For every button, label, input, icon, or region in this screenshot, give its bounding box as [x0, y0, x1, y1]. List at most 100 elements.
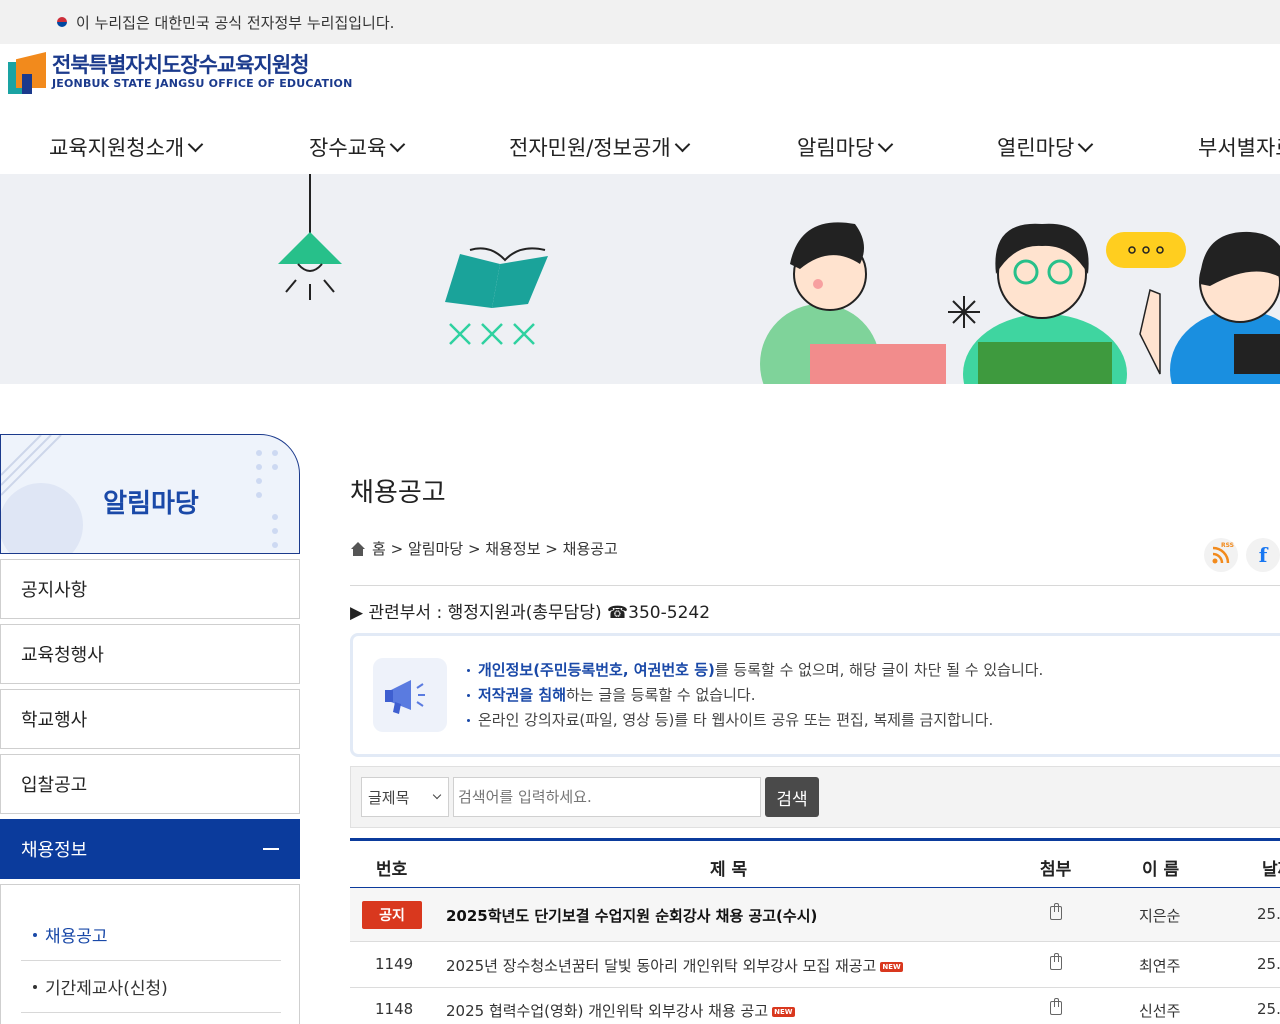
sidebar-item-bids[interactable]: 입찰공고 — [0, 754, 300, 814]
chevron-down-icon — [187, 136, 204, 152]
new-badge: NEW — [772, 1006, 795, 1017]
gnb-label: 알림마당 — [797, 136, 875, 160]
table-row[interactable]: 1148 2025 협력수업(영화) 개인위탁 외부강사 채용 공고 NEW 신선… — [350, 988, 1280, 1024]
bullet-icon — [33, 932, 37, 937]
gnb-label: 열린마당 — [997, 136, 1075, 160]
sidebar-submenu: 채용공고 기간제교사(신청) — [0, 884, 300, 1024]
attachment-icon[interactable] — [1050, 903, 1062, 920]
breadcrumb-separator: > — [467, 539, 481, 558]
gnb-label: 교육지원청소개 — [49, 136, 185, 160]
submenu-label: 채용공고 — [45, 927, 108, 947]
breadcrumb-separator: > — [390, 539, 404, 558]
row-author: 지은순 — [1139, 907, 1181, 925]
row-title[interactable]: 2025년 장수청소년꿈터 달빛 동아리 개인위탁 외부강사 모집 재공고 — [446, 957, 876, 975]
gnb-item-notice[interactable]: 알림마당 — [797, 132, 894, 162]
megaphone-icon — [373, 658, 447, 732]
rss-label: RSS — [1221, 542, 1234, 549]
new-badge: NEW — [880, 961, 903, 972]
submenu-item-temp-teacher[interactable]: 기간제교사(신청) — [21, 961, 281, 1013]
gov-banner-text: 이 누리집은 대한민국 공식 전자정부 누리집입니다. — [76, 13, 395, 32]
breadcrumb-current: 채용공고 — [562, 540, 618, 558]
breadcrumb-separator: > — [545, 539, 558, 558]
search-input[interactable] — [453, 777, 761, 817]
gnb-item-education[interactable]: 장수교육 — [309, 132, 406, 162]
breadcrumb-home[interactable]: 홈 — [372, 538, 386, 559]
sidebar-item-label: 채용정보 — [21, 840, 88, 861]
gnb-item-intro[interactable]: 교육지원청소개 — [49, 132, 204, 162]
sidebar-item-label: 입찰공고 — [21, 775, 88, 796]
row-title[interactable]: 2025 협력수업(영화) 개인위탁 외부강사 채용 공고 — [446, 1002, 768, 1020]
page: 이 누리집은 대한민국 공식 전자정부 누리집입니다. 전북특별자치도장수교육지… — [0, 0, 1280, 1024]
search-button[interactable]: 검색 — [765, 777, 819, 817]
row-number: 1149 — [375, 955, 414, 973]
search-type-value: 글제목 — [368, 788, 410, 807]
attachment-icon[interactable] — [1050, 953, 1062, 970]
sidebar-title: 알림마당 — [103, 489, 199, 519]
notice-line-privacy: 개인정보(주민등록번호, 여권번호 등) 를 등록할 수 없으며, 해당 글이 차… — [467, 658, 1043, 683]
col-name: 이 름 — [1142, 860, 1180, 880]
row-date: 25.0 — [1257, 1000, 1280, 1018]
bullet-icon — [33, 984, 37, 989]
gnb-item-open[interactable]: 열린마당 — [997, 132, 1094, 162]
breadcrumb-level1[interactable]: 알림마당 — [408, 538, 463, 559]
logo-mark-icon — [8, 52, 46, 94]
main-nav: 교육지원청소개 장수교육 전자민원/정보공개 알림마당 열린마당 부서별자료 — [0, 120, 1280, 174]
hero-illustration — [278, 174, 1280, 384]
page-title: 채용공고 — [350, 478, 446, 508]
row-title[interactable]: 2025학년도 단기보결 수업지원 순회강사 채용 공고(수시) — [446, 905, 817, 926]
notice-badge: 공지 — [362, 901, 422, 929]
related-department: ▶ 관련부서 : 행정지원과(총무담당) ☎350-5242 — [350, 603, 711, 623]
sidebar-item-recruit[interactable]: 채용정보 — [0, 819, 300, 879]
board-notice-box: 개인정보(주민등록번호, 여권번호 등) 를 등록할 수 없으며, 해당 글이 차… — [350, 633, 1280, 757]
chevron-down-icon — [674, 136, 690, 152]
sidebar-item-notice[interactable]: 공지사항 — [0, 559, 300, 619]
site-logo[interactable]: 전북특별자치도장수교육지원청 JEONBUK STATE JANGSU OFFI… — [8, 52, 352, 94]
sidebar-item-office-events[interactable]: 교육청행사 — [0, 624, 300, 684]
attachment-icon[interactable] — [1050, 998, 1062, 1015]
gnb-item-civil[interactable]: 전자민원/정보공개 — [509, 132, 690, 162]
notice-line-copyright: 저작권을 침해 하는 글을 등록할 수 없습니다. — [467, 683, 1043, 708]
table-row[interactable]: 공지 2025학년도 단기보결 수업지원 순회강사 채용 공고(수시) 지은순 … — [350, 888, 1280, 942]
submenu-label: 기간제교사(신청) — [45, 979, 168, 999]
row-number: 1148 — [375, 1000, 414, 1018]
korea-flag-icon — [52, 15, 72, 29]
facebook-button[interactable]: f — [1246, 538, 1280, 572]
gnb-label: 장수교육 — [309, 136, 387, 160]
search-type-select[interactable]: 글제목 — [361, 777, 449, 817]
search-area: 글제목 검색 — [350, 766, 1280, 828]
row-author: 최연주 — [1139, 957, 1181, 975]
rss-button[interactable]: RSS — [1204, 538, 1238, 572]
logo-korean: 전북특별자치도장수교육지원청 — [52, 53, 309, 77]
home-icon[interactable] — [350, 541, 366, 556]
logo-english: JEONBUK STATE JANGSU OFFICE OF EDUCATION — [52, 77, 353, 90]
row-title-wrap[interactable]: 2025 협력수업(영화) 개인위탁 외부강사 채용 공고 NEW — [446, 1000, 795, 1021]
gnb-item-dept[interactable]: 부서별자료 — [1198, 132, 1280, 162]
sidebar-item-school-events[interactable]: 학교행사 — [0, 689, 300, 749]
breadcrumb-level2[interactable]: 채용정보 — [485, 538, 540, 559]
chevron-down-icon — [1078, 136, 1094, 152]
hero-banner — [0, 174, 1280, 384]
sidebar-item-label: 교육청행사 — [21, 645, 104, 666]
col-no: 번호 — [376, 860, 408, 880]
collapse-icon — [263, 848, 279, 850]
row-author: 신선주 — [1139, 1002, 1181, 1020]
gov-banner[interactable]: 이 누리집은 대한민국 공식 전자정부 누리집입니다. — [0, 0, 1280, 44]
row-date: 25.0 — [1257, 905, 1280, 923]
col-date: 날짜 — [1262, 860, 1280, 880]
table-row[interactable]: 1149 2025년 장수청소년꿈터 달빛 동아리 개인위탁 외부강사 모집 재… — [350, 942, 1280, 988]
sidebar-item-label: 학교행사 — [21, 710, 88, 731]
row-date: 25.0 — [1257, 955, 1280, 973]
chevron-down-icon — [390, 136, 406, 152]
col-title: 제 목 — [710, 860, 748, 880]
notice-line-materials: 온라인 강의자료(파일, 영상 등)를 타 웹사이트 공유 또는 편집, 복제를… — [467, 708, 1043, 733]
row-title-wrap[interactable]: 2025년 장수청소년꿈터 달빛 동아리 개인위탁 외부강사 모집 재공고 NEW — [446, 955, 903, 976]
table-header: 번호 제 목 첨부 이 름 날짜 — [350, 838, 1280, 888]
submenu-item-recruit-notice[interactable]: 채용공고 — [21, 909, 281, 961]
breadcrumb: 홈 > 알림마당 > 채용정보 > 채용공고 — [350, 538, 618, 559]
gnb-label: 부서별자료 — [1198, 136, 1280, 160]
divider — [350, 585, 1280, 586]
sidebar-title-box: 알림마당 — [0, 434, 300, 554]
col-attach: 첨부 — [1040, 860, 1072, 880]
facebook-icon: f — [1258, 543, 1268, 567]
sidebar-item-label: 공지사항 — [21, 580, 88, 601]
